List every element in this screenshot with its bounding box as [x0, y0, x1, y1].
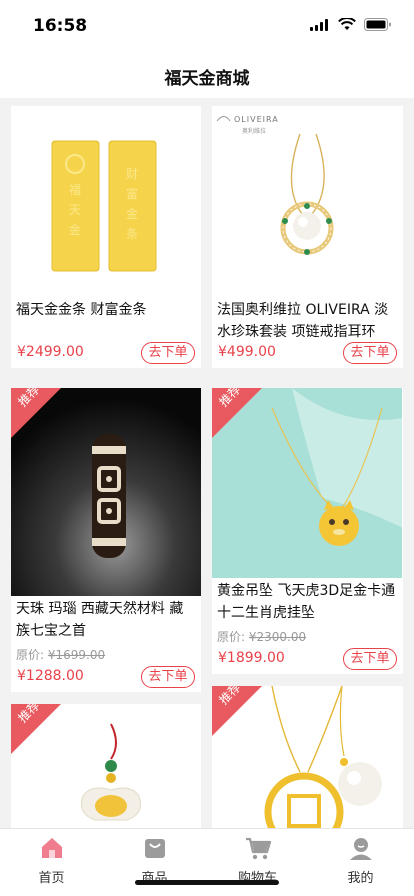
cart-icon	[245, 837, 271, 860]
product-card[interactable]: 推荐 黄金吊坠 飞天虎3D足金卡通十二生肖虎挂坠 原价: ¥2300.00 ¥1…	[212, 388, 403, 674]
original-price: 原价: ¥2300.00	[217, 628, 306, 645]
product-image: OLIVEIRA 奥利维拉	[212, 106, 402, 296]
tab-home-label: 首页	[38, 871, 65, 886]
product-card[interactable]: OLIVEIRA 奥利维拉 法国奥利维拉 OLIVEIRA 淡水珍珠套装 项链戒…	[212, 106, 403, 368]
product-grid[interactable]: 福天金 财富金条 福天金金条 财富金条 ¥2499.00 去下单 OLIVEIR…	[0, 98, 414, 828]
tab-profile[interactable]: 我的	[309, 835, 412, 886]
original-price-value: ¥1699.00	[47, 648, 106, 662]
original-price: 原价: ¥1699.00	[16, 646, 105, 663]
tab-cart[interactable]: 购物车	[206, 835, 309, 886]
buy-button[interactable]: 去下单	[141, 666, 195, 688]
tab-home[interactable]: 首页	[0, 835, 103, 886]
home-indicator	[135, 880, 279, 885]
product-price: ¥2499.00	[17, 344, 84, 360]
buy-button[interactable]: 去下单	[343, 342, 397, 364]
brand-logo-subtext: 奥利维拉	[242, 128, 267, 135]
product-price: ¥1288.00	[17, 668, 84, 684]
product-image: 福天金 财富金条	[11, 106, 201, 296]
product-card[interactable]: 推荐	[212, 686, 403, 828]
status-bar: 16:58	[0, 0, 414, 50]
gold-bar-engraving-right: 财富金条	[126, 167, 139, 241]
tab-profile-label: 我的	[347, 871, 374, 886]
product-card[interactable]: 推荐	[11, 704, 201, 828]
product-title: 法国奥利维拉 OLIVEIRA 淡水珍珠套装 项链戒指耳环	[217, 302, 389, 340]
page-title: 福天金商城	[164, 69, 250, 89]
signal-icon	[310, 18, 328, 31]
tab-products[interactable]: 商品	[103, 835, 206, 886]
original-price-label: 原价:	[217, 630, 246, 644]
product-title: 黄金吊坠 飞天虎3D足金卡通十二生肖虎挂坠	[217, 583, 396, 621]
product-card[interactable]: 福天金 财富金条 福天金金条 财富金条 ¥2499.00 去下单	[11, 106, 201, 368]
product-title: 福天金金条 财富金条	[16, 302, 147, 318]
gold-bar-engraving-left: 福天金	[69, 183, 82, 237]
bag-icon	[144, 839, 165, 858]
battery-icon	[364, 18, 391, 31]
home-icon	[41, 838, 62, 858]
buy-button[interactable]: 去下单	[343, 648, 397, 670]
product-price: ¥1899.00	[218, 650, 285, 666]
wifi-icon	[338, 18, 356, 30]
nav-bar: 福天金商城	[0, 50, 414, 98]
buy-button[interactable]: 去下单	[141, 342, 195, 364]
brand-logo-text: OLIVEIRA	[234, 115, 279, 124]
original-price-label: 原价:	[16, 648, 45, 662]
product-price: ¥499.00	[218, 344, 276, 360]
original-price-value: ¥2300.00	[248, 630, 307, 644]
profile-icon	[349, 838, 372, 860]
tab-bar: 首页 商品 购物车 我的	[0, 828, 414, 896]
product-card[interactable]: 推荐 天珠 玛瑙 西藏天然材料 藏族七宝之首 原价: ¥1699.00 ¥128…	[11, 388, 201, 692]
status-icons	[310, 18, 392, 31]
product-title: 天珠 玛瑙 西藏天然材料 藏族七宝之首	[16, 601, 184, 639]
status-time: 16:58	[33, 16, 88, 36]
